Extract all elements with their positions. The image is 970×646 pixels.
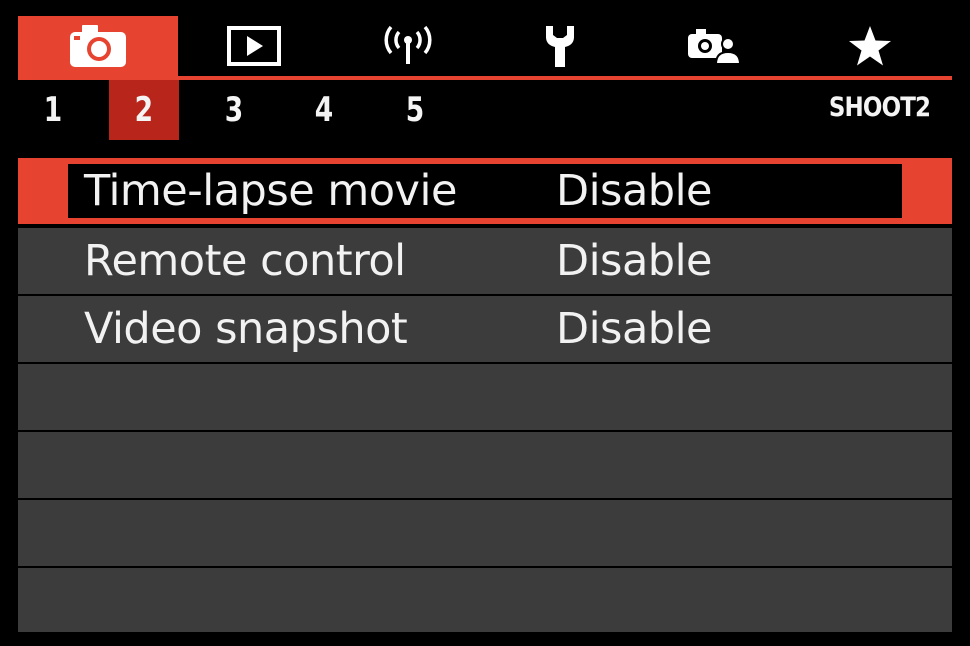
menu-item-remote-control[interactable]: Remote control Disable (18, 228, 952, 294)
menu-item-value: Disable (556, 166, 713, 216)
menu-item-empty (18, 568, 952, 632)
menu-item-label: Video snapshot (84, 304, 408, 354)
menu-item-value: Disable (556, 236, 713, 286)
menu-item-empty (18, 364, 952, 430)
tab-setup[interactable] (480, 16, 640, 76)
camera-menu-screen: 1 2 3 4 5 SHOOT2 Time-lapse movie Disabl… (0, 0, 970, 646)
custom-functions-icon (686, 26, 742, 66)
page-tab-1[interactable]: 1 (26, 80, 81, 140)
tab-playback[interactable] (174, 16, 334, 76)
star-icon (848, 25, 892, 67)
page-tab-3[interactable]: 3 (207, 80, 262, 140)
page-tab-2-label: 2 (134, 90, 154, 130)
tab-my-menu[interactable] (790, 16, 950, 76)
wrench-icon (540, 23, 580, 69)
menu-item-video-snapshot[interactable]: Video snapshot Disable (18, 296, 952, 362)
playback-icon (226, 25, 282, 67)
page-tab-4[interactable]: 4 (297, 80, 352, 140)
menu-item-label: Remote control (84, 236, 406, 286)
menu-code-label: SHOOT2 (828, 92, 931, 123)
tab-shooting[interactable] (18, 16, 178, 76)
tab-wireless[interactable] (328, 16, 488, 76)
tab-bar (18, 16, 952, 80)
camera-icon (68, 23, 128, 69)
menu-item-empty (18, 500, 952, 566)
menu-list: Time-lapse movie Disable Remote control … (18, 158, 952, 632)
page-selector: 1 2 3 4 5 SHOOT2 (18, 80, 952, 140)
menu-item-time-lapse-movie[interactable]: Time-lapse movie Disable (18, 158, 952, 224)
tab-custom-functions[interactable] (634, 16, 794, 76)
page-tab-5[interactable]: 5 (388, 80, 443, 140)
menu-item-value: Disable (556, 304, 713, 354)
menu-item-empty (18, 432, 952, 498)
menu-item-label: Time-lapse movie (84, 166, 457, 216)
page-tab-2[interactable]: 2 (109, 80, 179, 140)
wireless-icon (380, 24, 436, 68)
